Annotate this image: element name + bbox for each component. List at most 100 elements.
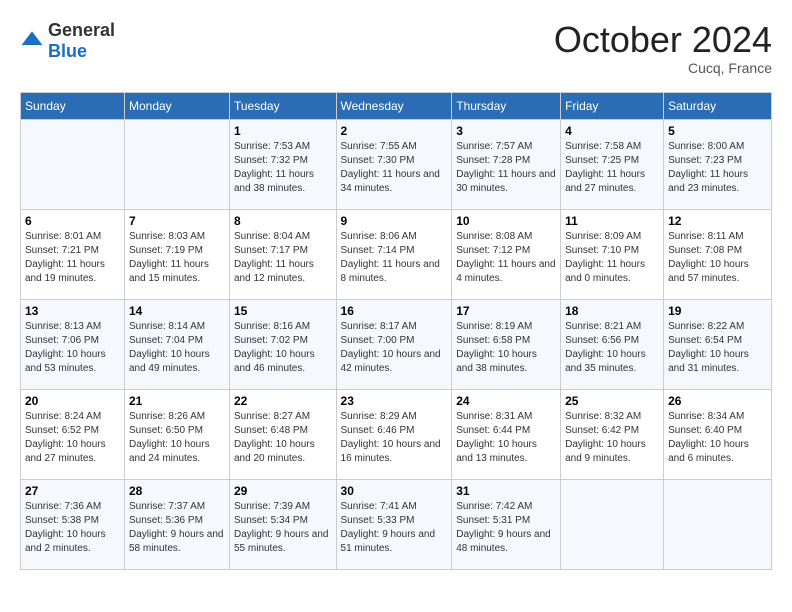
month-title: October 2024 (554, 20, 772, 60)
day-number: 10 (456, 214, 556, 228)
calendar-week-2: 6 Sunrise: 8:01 AMSunset: 7:21 PMDaylight… (21, 209, 772, 299)
calendar-cell: 29 Sunrise: 7:39 AMSunset: 5:34 PMDayligh… (229, 479, 336, 569)
calendar-cell: 4Sunrise: 7:58 AMSunset: 7:25 PMDaylight… (561, 119, 664, 209)
header-row: Sunday Monday Tuesday Wednesday Thursday… (21, 92, 772, 119)
calendar-week-5: 27 Sunrise: 7:36 AMSunset: 5:38 PMDayligh… (21, 479, 772, 569)
calendar-cell: 13Sunrise: 8:13 AMSunset: 7:06 PMDayligh… (21, 299, 125, 389)
day-number: 5 (668, 124, 767, 138)
day-number: 29 (234, 484, 332, 498)
day-detail: Sunrise: 7:55 AMSunset: 7:30 PMDaylight:… (341, 140, 448, 196)
calendar-cell: 9 Sunrise: 8:06 AMSunset: 7:14 PMDaylight… (336, 209, 452, 299)
day-detail: Sunrise: 8:21 AMSunset: 6:56 PMDaylight:… (565, 320, 659, 376)
day-detail: Sunrise: 8:27 AMSunset: 6:48 PMDaylight:… (234, 410, 332, 466)
col-tuesday: Tuesday (229, 92, 336, 119)
day-number: 18 (565, 304, 659, 318)
day-number: 13 (25, 304, 120, 318)
col-monday: Monday (124, 92, 229, 119)
day-detail: Sunrise: 8:01 AMSunset: 7:21 PMDaylight:… (25, 230, 120, 286)
day-number: 3 (456, 124, 556, 138)
day-number: 12 (668, 214, 767, 228)
calendar-body: 1 Sunrise: 7:53 AMSunset: 7:32 PMDaylight… (21, 119, 772, 569)
day-detail: Sunrise: 8:29 AMSunset: 6:46 PMDaylight:… (341, 410, 448, 466)
calendar-cell (124, 119, 229, 209)
logo-text: General Blue (48, 20, 115, 62)
day-detail: Sunrise: 8:14 AMSunset: 7:04 PMDaylight:… (129, 320, 225, 376)
calendar-cell: 14 Sunrise: 8:14 AMSunset: 7:04 PMDayligh… (124, 299, 229, 389)
calendar-cell: 19 Sunrise: 8:22 AMSunset: 6:54 PMDayligh… (664, 299, 772, 389)
day-number: 9 (341, 214, 448, 228)
day-detail: Sunrise: 7:53 AMSunset: 7:32 PMDaylight:… (234, 140, 332, 196)
day-number: 14 (129, 304, 225, 318)
day-number: 8 (234, 214, 332, 228)
calendar-cell: 6 Sunrise: 8:01 AMSunset: 7:21 PMDaylight… (21, 209, 125, 299)
day-number: 15 (234, 304, 332, 318)
day-detail: Sunrise: 7:57 AMSunset: 7:28 PMDaylight:… (456, 140, 556, 196)
col-saturday: Saturday (664, 92, 772, 119)
calendar-cell (561, 479, 664, 569)
day-detail: Sunrise: 8:19 AMSunset: 6:58 PMDaylight:… (456, 320, 556, 376)
calendar-cell: 12Sunrise: 8:11 AMSunset: 7:08 PMDayligh… (664, 209, 772, 299)
day-detail: Sunrise: 8:03 AMSunset: 7:19 PMDaylight:… (129, 230, 225, 286)
calendar-cell: 27 Sunrise: 7:36 AMSunset: 5:38 PMDayligh… (21, 479, 125, 569)
day-detail: Sunrise: 7:36 AMSunset: 5:38 PMDaylight:… (25, 500, 120, 556)
calendar-week-4: 20 Sunrise: 8:24 AMSunset: 6:52 PMDayligh… (21, 389, 772, 479)
calendar-header: Sunday Monday Tuesday Wednesday Thursday… (21, 92, 772, 119)
day-number: 26 (668, 394, 767, 408)
calendar-cell: 8 Sunrise: 8:04 AMSunset: 7:17 PMDaylight… (229, 209, 336, 299)
day-number: 25 (565, 394, 659, 408)
calendar-week-1: 1 Sunrise: 7:53 AMSunset: 7:32 PMDaylight… (21, 119, 772, 209)
day-number: 17 (456, 304, 556, 318)
calendar-cell: 30 Sunrise: 7:41 AMSunset: 5:33 PMDayligh… (336, 479, 452, 569)
location: Cucq, France (554, 60, 772, 76)
day-detail: Sunrise: 8:22 AMSunset: 6:54 PMDaylight:… (668, 320, 767, 376)
day-detail: Sunrise: 7:58 AMSunset: 7:25 PMDaylight:… (565, 140, 659, 196)
calendar-cell: 10 Sunrise: 8:08 AMSunset: 7:12 PMDayligh… (452, 209, 561, 299)
day-detail: Sunrise: 8:16 AMSunset: 7:02 PMDaylight:… (234, 320, 332, 376)
calendar-cell: 22 Sunrise: 8:27 AMSunset: 6:48 PMDayligh… (229, 389, 336, 479)
calendar-cell: 11 Sunrise: 8:09 AMSunset: 7:10 PMDayligh… (561, 209, 664, 299)
day-number: 30 (341, 484, 448, 498)
day-detail: Sunrise: 8:06 AMSunset: 7:14 PMDaylight:… (341, 230, 448, 286)
day-number: 22 (234, 394, 332, 408)
calendar-cell: 23 Sunrise: 8:29 AMSunset: 6:46 PMDayligh… (336, 389, 452, 479)
calendar-cell: 3 Sunrise: 7:57 AMSunset: 7:28 PMDaylight… (452, 119, 561, 209)
calendar-cell (21, 119, 125, 209)
col-sunday: Sunday (21, 92, 125, 119)
day-detail: Sunrise: 7:41 AMSunset: 5:33 PMDaylight:… (341, 500, 448, 556)
title-section: October 2024 Cucq, France (554, 20, 772, 76)
calendar-cell: 24 Sunrise: 8:31 AMSunset: 6:44 PMDayligh… (452, 389, 561, 479)
day-number: 1 (234, 124, 332, 138)
col-friday: Friday (561, 92, 664, 119)
calendar-cell: 15 Sunrise: 8:16 AMSunset: 7:02 PMDayligh… (229, 299, 336, 389)
day-detail: Sunrise: 8:08 AMSunset: 7:12 PMDaylight:… (456, 230, 556, 286)
calendar-cell: 1 Sunrise: 7:53 AMSunset: 7:32 PMDaylight… (229, 119, 336, 209)
col-thursday: Thursday (452, 92, 561, 119)
day-number: 27 (25, 484, 120, 498)
day-detail: Sunrise: 7:39 AMSunset: 5:34 PMDaylight:… (234, 500, 332, 556)
day-number: 6 (25, 214, 120, 228)
day-detail: Sunrise: 8:00 AMSunset: 7:23 PMDaylight:… (668, 140, 767, 196)
calendar-cell: 20 Sunrise: 8:24 AMSunset: 6:52 PMDayligh… (21, 389, 125, 479)
day-number: 19 (668, 304, 767, 318)
calendar-cell: 21Sunrise: 8:26 AMSunset: 6:50 PMDayligh… (124, 389, 229, 479)
day-detail: Sunrise: 8:09 AMSunset: 7:10 PMDaylight:… (565, 230, 659, 286)
logo: General Blue (20, 20, 115, 62)
day-detail: Sunrise: 8:24 AMSunset: 6:52 PMDaylight:… (25, 410, 120, 466)
day-number: 20 (25, 394, 120, 408)
logo-blue: Blue (48, 41, 87, 61)
calendar-cell: 28Sunrise: 7:37 AMSunset: 5:36 PMDayligh… (124, 479, 229, 569)
calendar-cell: 17 Sunrise: 8:19 AMSunset: 6:58 PMDayligh… (452, 299, 561, 389)
day-number: 23 (341, 394, 448, 408)
day-number: 11 (565, 214, 659, 228)
day-detail: Sunrise: 8:04 AMSunset: 7:17 PMDaylight:… (234, 230, 332, 286)
day-detail: Sunrise: 8:31 AMSunset: 6:44 PMDaylight:… (456, 410, 556, 466)
logo-icon (20, 29, 44, 53)
calendar-cell: 31Sunrise: 7:42 AMSunset: 5:31 PMDayligh… (452, 479, 561, 569)
logo-general: General (48, 20, 115, 40)
page-header: General Blue October 2024 Cucq, France (20, 20, 772, 76)
day-number: 24 (456, 394, 556, 408)
day-number: 21 (129, 394, 225, 408)
day-number: 28 (129, 484, 225, 498)
day-number: 31 (456, 484, 556, 498)
day-detail: Sunrise: 8:17 AMSunset: 7:00 PMDaylight:… (341, 320, 448, 376)
